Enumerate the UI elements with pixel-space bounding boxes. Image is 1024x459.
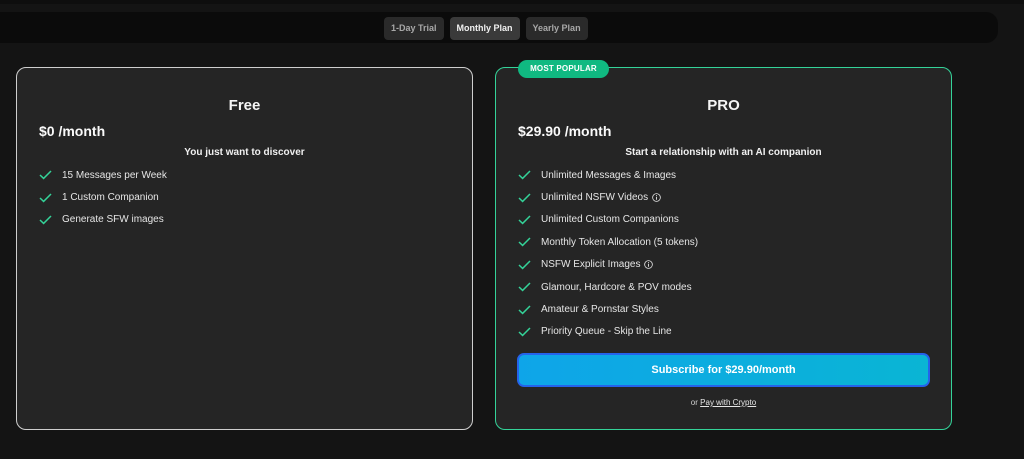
info-icon[interactable]: [644, 260, 654, 270]
feature-label: Unlimited Custom Companions: [541, 214, 679, 226]
plan-title: Free: [228, 97, 261, 114]
pro-plan-card: PRO $29.90 /month Start a relationship w…: [495, 67, 952, 430]
check-icon: [518, 305, 531, 315]
check-icon: [518, 215, 531, 225]
plan-price: $29.90 /month: [518, 123, 612, 139]
check-icon: [518, 327, 531, 337]
check-icon: [518, 237, 531, 247]
feature-label: NSFW Explicit Images: [541, 259, 641, 271]
check-icon: [518, 193, 531, 203]
check-icon: [518, 282, 531, 292]
feature-label: Unlimited Messages & Images: [541, 169, 677, 181]
tab-monthly-plan[interactable]: Monthly Plan: [449, 17, 520, 40]
feature-list: Unlimited Messages & Images Unlimited NS…: [518, 164, 698, 343]
top-strip: [0, 0, 1024, 4]
feature-list: 15 Messages per Week 1 Custom Companion …: [39, 164, 167, 231]
feature-item: Unlimited NSFW Videos: [518, 186, 698, 208]
plan-tagline: You just want to discover: [184, 147, 305, 158]
plan-price: $0 /month: [39, 123, 106, 139]
feature-item: Unlimited Custom Companions: [518, 209, 698, 231]
most-popular-badge: MOST POPULAR: [518, 60, 609, 78]
check-icon: [518, 170, 531, 180]
feature-item: 15 Messages per Week: [39, 164, 167, 186]
feature-item: 1 Custom Companion: [39, 186, 167, 208]
plan-tabs: 1-Day Trial Monthly Plan Yearly Plan: [384, 17, 588, 40]
tab-yearly-plan[interactable]: Yearly Plan: [525, 17, 588, 40]
feature-label: Unlimited NSFW Videos: [541, 192, 649, 204]
feature-item: Amateur & Pornstar Styles: [518, 298, 698, 320]
check-icon: [39, 215, 52, 225]
feature-label: Generate SFW images: [62, 214, 164, 226]
feature-item: NSFW Explicit Images: [518, 254, 698, 276]
check-icon: [39, 193, 52, 203]
feature-label: Priority Queue - Skip the Line: [541, 326, 672, 338]
or-text: or: [690, 398, 698, 407]
plan-title: PRO: [707, 97, 740, 114]
plan-tagline: Start a relationship with an AI companio…: [625, 147, 822, 158]
crypto-payment-line: or Pay with Crypto: [496, 398, 951, 407]
feature-item: Glamour, Hardcore & POV modes: [518, 276, 698, 298]
feature-item: Priority Queue - Skip the Line: [518, 321, 698, 343]
feature-label: 15 Messages per Week: [62, 169, 167, 181]
free-plan-card: Free $0 /month You just want to discover…: [16, 67, 473, 430]
pay-with-crypto-link[interactable]: Pay with Crypto: [700, 398, 756, 407]
feature-label: 1 Custom Companion: [62, 192, 159, 204]
check-icon: [39, 170, 52, 180]
check-icon: [518, 260, 531, 270]
feature-item: Monthly Token Allocation (5 tokens): [518, 231, 698, 253]
feature-item: Unlimited Messages & Images: [518, 164, 698, 186]
feature-label: Amateur & Pornstar Styles: [541, 304, 659, 316]
info-icon[interactable]: [652, 193, 661, 202]
feature-label: Glamour, Hardcore & POV modes: [541, 281, 692, 293]
subscribe-button[interactable]: Subscribe for $29.90/month: [517, 353, 930, 387]
feature-item: Generate SFW images: [39, 209, 167, 231]
tab-1-day-trial[interactable]: 1-Day Trial: [384, 17, 444, 40]
feature-label: Monthly Token Allocation (5 tokens): [541, 236, 699, 248]
